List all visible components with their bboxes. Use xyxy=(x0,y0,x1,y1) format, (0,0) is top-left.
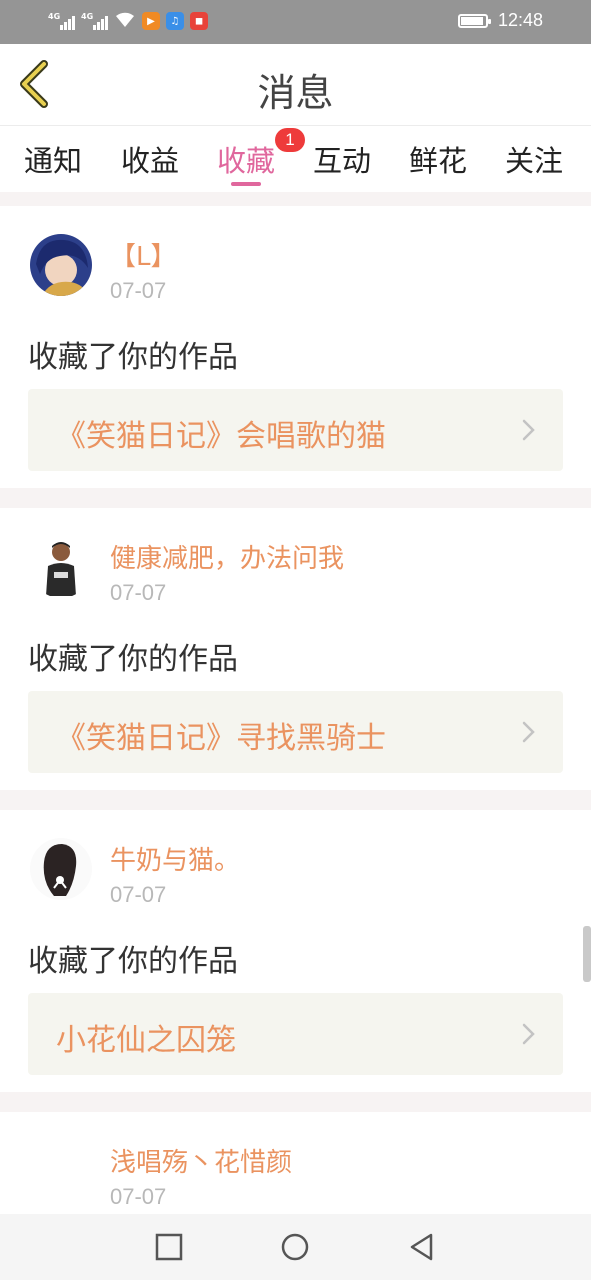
tab-interactions[interactable]: 互动 xyxy=(313,138,371,180)
triangle-back-icon xyxy=(410,1233,433,1261)
active-tab-indicator xyxy=(231,182,262,186)
work-link[interactable]: 小花仙之囚笼 xyxy=(28,993,563,1075)
message-card: 健康减肥，办法问我 07-07 收藏了你的作品 《笑猫日记》寻找黑骑士 xyxy=(0,508,591,790)
tab-label: 收益 xyxy=(121,144,180,178)
unread-badge: 1 xyxy=(275,128,306,152)
video-app-icon: ▶ xyxy=(142,12,160,30)
system-nav-bar xyxy=(0,1214,591,1280)
tab-flowers[interactable]: 鲜花 xyxy=(409,138,467,180)
back-nav-button[interactable] xyxy=(404,1230,438,1264)
message-card: 牛奶与猫。 07-07 收藏了你的作品 小花仙之囚笼 xyxy=(0,810,591,1092)
status-time: 12:48 xyxy=(497,10,543,30)
username[interactable]: 【L】 xyxy=(110,236,177,273)
work-title: 《笑猫日记》寻找黑骑士 xyxy=(56,721,386,756)
status-bar: 4G 4G ▶ ♫ ◼ 12:48 xyxy=(0,0,591,44)
avatar[interactable] xyxy=(30,234,92,296)
message-date: 07-07 xyxy=(110,882,167,907)
music-app-icon: ♫ xyxy=(166,12,184,30)
shop-app-icon: ◼ xyxy=(190,12,208,30)
network-type-label: 4G xyxy=(81,12,94,21)
action-text: 收藏了你的作品 xyxy=(28,944,238,979)
tab-label: 关注 xyxy=(505,144,564,178)
message-date: 07-07 xyxy=(110,1184,167,1209)
square-recents-icon xyxy=(155,1233,183,1261)
tab-label: 鲜花 xyxy=(409,144,468,178)
tab-bar: 通知 收益 收藏 1 互动 鲜花 关注 xyxy=(0,126,591,192)
chevron-right-icon xyxy=(522,1023,535,1045)
page-header: 消息 xyxy=(0,44,591,126)
page-title: 消息 xyxy=(257,71,334,115)
avatar[interactable] xyxy=(30,838,92,900)
username[interactable]: 浅唱殇丶花惜颜 xyxy=(110,1142,292,1179)
scrollbar-thumb[interactable] xyxy=(583,926,591,982)
signal-icon: 4G xyxy=(81,12,108,30)
chevron-right-icon xyxy=(522,419,535,441)
recents-button[interactable] xyxy=(152,1230,186,1264)
work-link[interactable]: 《笑猫日记》寻找黑骑士 xyxy=(28,691,563,773)
work-link[interactable]: 《笑猫日记》会唱歌的猫 xyxy=(28,389,563,471)
message-date: 07-07 xyxy=(110,580,167,605)
signal-icon: 4G xyxy=(48,12,75,30)
action-text: 收藏了你的作品 xyxy=(28,340,238,375)
action-text: 收藏了你的作品 xyxy=(28,642,238,677)
network-type-label: 4G xyxy=(48,12,61,21)
avatar[interactable] xyxy=(30,536,92,598)
tab-label: 收藏 xyxy=(217,144,276,178)
work-title: 小花仙之囚笼 xyxy=(56,1023,236,1058)
tab-label: 互动 xyxy=(313,144,372,178)
message-card: 浅唱殇丶花惜颜 07-07 xyxy=(0,1112,591,1214)
message-date: 07-07 xyxy=(110,278,167,303)
avatar[interactable] xyxy=(30,1140,92,1202)
chevron-right-icon xyxy=(522,721,535,743)
message-card: 【L】 07-07 收藏了你的作品 《笑猫日记》会唱歌的猫 xyxy=(0,206,591,488)
tab-favorites[interactable]: 收藏 1 xyxy=(217,128,306,186)
work-title: 《笑猫日记》会唱歌的猫 xyxy=(56,419,386,454)
tab-notifications[interactable]: 通知 xyxy=(24,138,82,180)
home-button[interactable] xyxy=(278,1230,312,1264)
wifi-icon xyxy=(114,10,136,32)
username[interactable]: 健康减肥，办法问我 xyxy=(110,538,344,575)
tab-earnings[interactable]: 收益 xyxy=(121,138,179,180)
tab-following[interactable]: 关注 xyxy=(505,138,563,180)
tab-label: 通知 xyxy=(24,144,83,178)
message-list[interactable]: 【L】 07-07 收藏了你的作品 《笑猫日记》会唱歌的猫 健康减肥，办法问我 … xyxy=(0,192,591,1214)
username[interactable]: 牛奶与猫。 xyxy=(110,840,240,877)
battery-icon xyxy=(457,13,491,28)
circle-home-icon xyxy=(281,1233,309,1261)
